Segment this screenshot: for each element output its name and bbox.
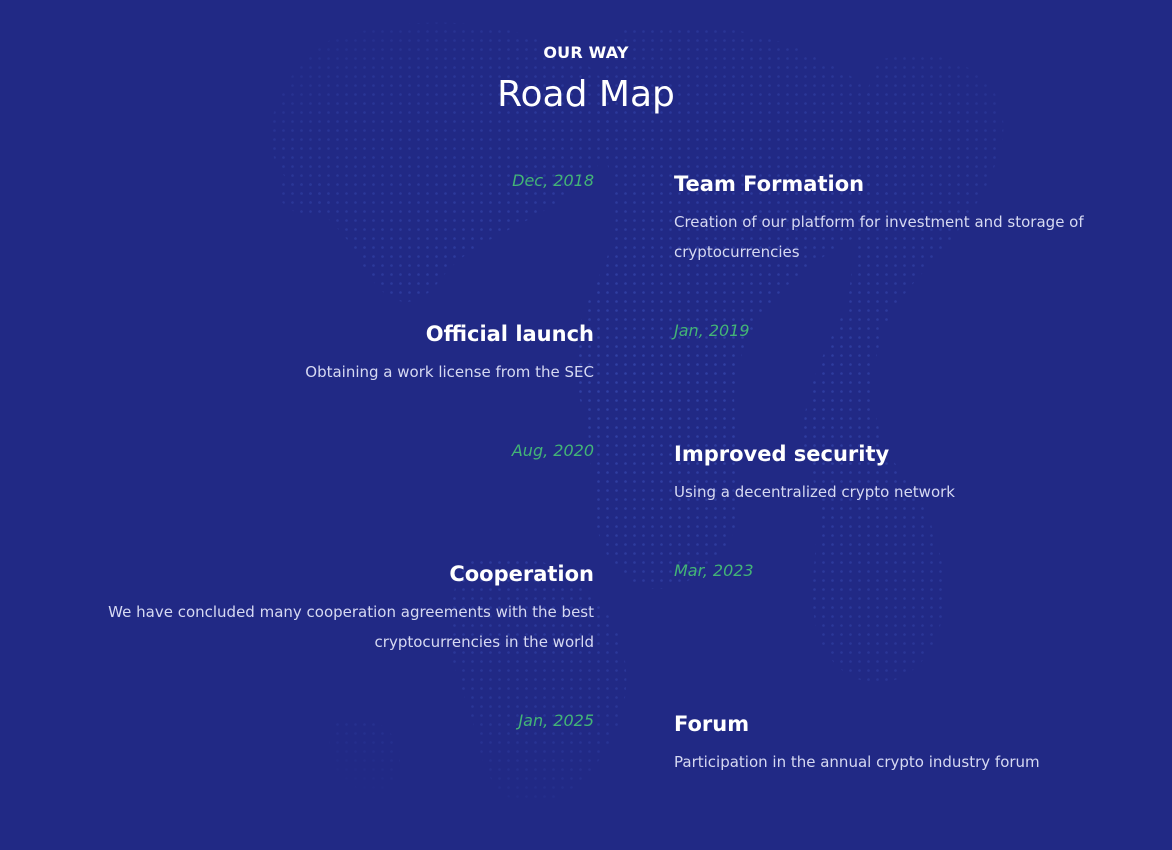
page-title: Road Map: [497, 74, 675, 115]
roadmap-title-1: Team Formation: [674, 172, 865, 196]
roadmap-item-5: Forum Participation in the annual crypto…: [674, 711, 1114, 777]
roadmap-date-4: Mar, 2023: [674, 561, 754, 580]
section-kicker: OUR WAY: [543, 43, 629, 62]
roadmap-date-1: Dec, 2018: [512, 171, 594, 190]
roadmap-item-2: Official launch Obtaining a work license…: [174, 321, 594, 387]
roadmap-title-4: Cooperation: [449, 562, 594, 586]
roadmap-date-5: Jan, 2025: [518, 711, 594, 730]
roadmap-date-3: Aug, 2020: [511, 441, 594, 460]
roadmap-desc-2: Obtaining a work license from the SEC: [305, 363, 594, 381]
roadmap-item-1: Team Formation Creation of our platform …: [674, 171, 1114, 267]
roadmap-title-3: Improved security: [674, 442, 890, 466]
roadmap-title-5: Forum: [674, 712, 750, 736]
roadmap-desc-4: We have concluded many cooperation agree…: [108, 603, 594, 651]
roadmap-item-3: Improved security Using a decentralized …: [674, 441, 1114, 507]
roadmap-date-2: Jan, 2019: [674, 321, 750, 340]
roadmap-desc-3: Using a decentralized crypto network: [674, 483, 955, 501]
roadmap-title-2: Official launch: [425, 322, 594, 346]
roadmap-item-4: Cooperation We have concluded many coope…: [54, 561, 594, 657]
roadmap-desc-5: Participation in the annual crypto indus…: [674, 753, 1040, 771]
roadmap-desc-1: Creation of our platform for investment …: [674, 213, 1084, 261]
